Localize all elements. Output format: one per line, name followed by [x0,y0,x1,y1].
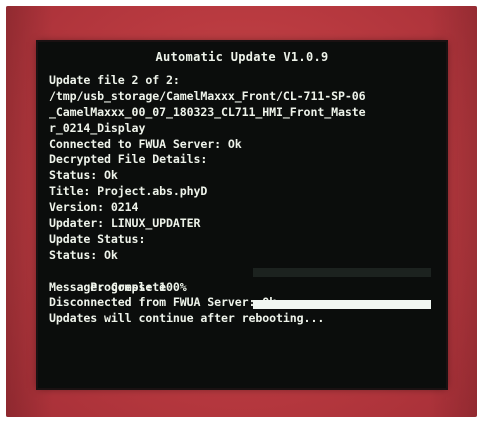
version-line: Version: 0214 [49,200,139,215]
file-path-line-1: /tmp/usb_storage/CamelMaxxx_Front/CL-711… [49,88,366,103]
window-title: Automatic Update V1.0.9 [155,50,329,64]
file-path-line-2: _CamelMaxxx_00_07_180323_CL711_HMI_Front… [49,104,366,119]
decrypted-details-line: Decrypted File Details: [49,152,208,167]
project-title-line: Title: Project.abs.phyD [49,184,208,199]
update-file-line: Update file 2 of 2: [49,73,180,87]
update-log: Update file 2 of 2: /tmp/usb_storage/Cam… [49,73,441,327]
terminal-screen: Automatic Update V1.0.9 Update file 2 of… [38,42,446,388]
progress-bar-fill [253,299,431,309]
progress-label: Progress: 100% [90,279,187,294]
progress-row: Progress: 100% [49,264,441,309]
server-connected-line: Connected to FWUA Server: Ok [49,136,242,151]
decrypt-status-line: Status: Ok [49,168,118,183]
progress-bar [253,267,431,309]
file-path-line-3: r_0214_Display [49,120,146,135]
update-status-heading: Update Status: [49,231,146,246]
updater-line: Updater: LINUX_UPDATER [49,216,201,231]
update-status-line: Status: Ok [49,247,118,262]
